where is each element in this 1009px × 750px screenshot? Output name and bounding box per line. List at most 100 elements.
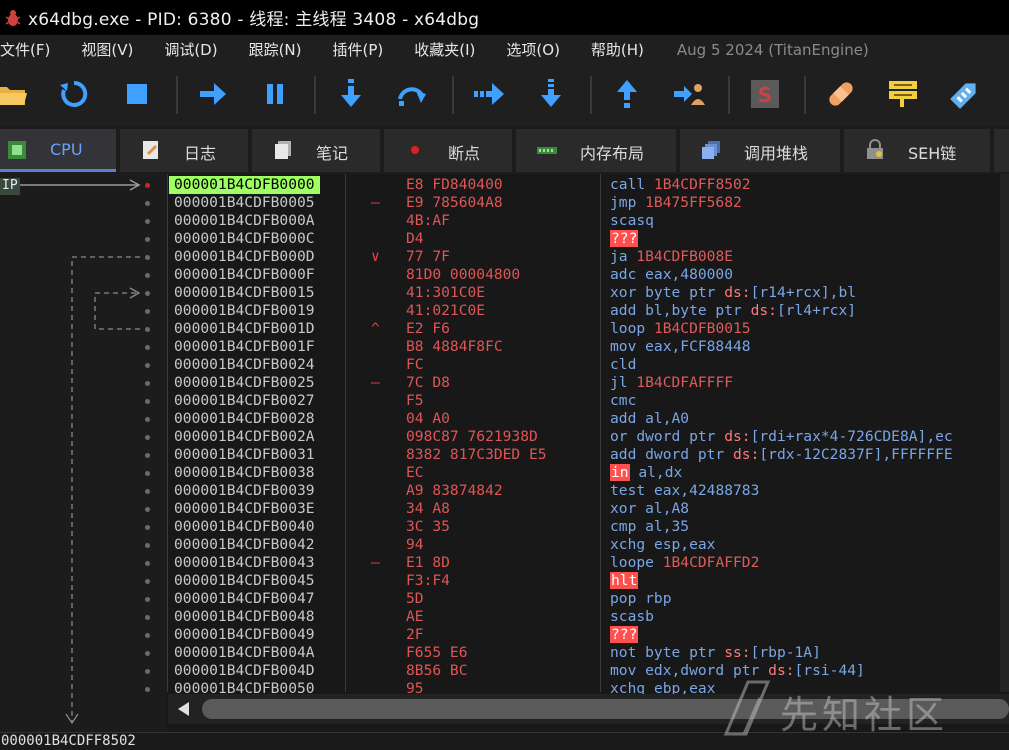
breakpoint-slot[interactable] xyxy=(145,381,150,386)
patch-icon[interactable] xyxy=(823,76,859,112)
menu-plugins[interactable]: 插件(P) xyxy=(333,39,384,60)
breakpoint-slot[interactable] xyxy=(145,561,150,566)
instruction-address: 000001B4CDFB000A xyxy=(174,212,315,229)
breakpoint-slot[interactable] xyxy=(145,597,150,602)
breakpoint-slot[interactable] xyxy=(145,453,150,458)
instruction-row[interactable]: 000001B4CDFB0045 F3:F4 hlt xyxy=(168,572,1000,590)
instruction-row[interactable]: 000001B4CDFB0019 41:021C0E add bl,byte ptr… xyxy=(168,302,1000,320)
instruction-row[interactable]: 000001B4CDFB0038 EC in al,dx xyxy=(168,464,1000,482)
script-icon[interactable]: S xyxy=(747,76,783,112)
instruction-row[interactable]: 000001B4CDFB0025 — 7C D8 jl 1B4CDFAFFFF xyxy=(168,374,1000,392)
breakpoint-slot[interactable] xyxy=(145,201,150,206)
instruction-row[interactable]: 000001B4CDFB0042 94 xchg esp,eax xyxy=(168,536,1000,554)
menu-help[interactable]: 帮助(H) xyxy=(591,39,644,60)
tab-log[interactable]: 日志 xyxy=(120,129,248,172)
breakpoint-slot[interactable] xyxy=(145,489,150,494)
breakpoint-slot[interactable] xyxy=(145,363,150,368)
breakpoint-slot[interactable] xyxy=(145,399,150,404)
instruction-address: 000001B4CDFB000C xyxy=(174,230,315,247)
instruction-row[interactable]: 000001B4CDFB0015 41:301C0E xor byte ptr ds… xyxy=(168,284,1000,302)
restart-icon[interactable] xyxy=(56,76,92,112)
breakpoint-slot[interactable] xyxy=(145,183,150,188)
menu-options[interactable]: 选项(O) xyxy=(506,39,560,60)
instruction-row[interactable]: 000001B4CDFB0028 04 A0 add al,A0 xyxy=(168,410,1000,428)
breakpoint-slot[interactable] xyxy=(145,435,150,440)
breakpoint-slot[interactable] xyxy=(145,255,150,260)
tab-overflow[interactable] xyxy=(994,129,1009,172)
execute-till-return-icon[interactable] xyxy=(609,76,645,112)
breakpoint-slot[interactable] xyxy=(145,417,150,422)
instruction-row[interactable]: 000001B4CDFB0039 A9 83874842 test eax,4248… xyxy=(168,482,1000,500)
log-icon xyxy=(143,141,158,159)
instruction-row[interactable]: 000001B4CDFB000D ∨ 77 7F ja 1B4CDFB008E xyxy=(168,248,1000,266)
menu-view[interactable]: 视图(V) xyxy=(81,39,133,60)
breakpoint-slot[interactable] xyxy=(145,327,150,332)
tab-cpu[interactable]: CPU xyxy=(0,129,116,172)
instruction-row[interactable]: 000001B4CDFB0027 F5 cmc xyxy=(168,392,1000,410)
instruction-row[interactable]: 000001B4CDFB003E 34 A8 xor al,A8 xyxy=(168,500,1000,518)
tab-notes[interactable]: 笔记 xyxy=(252,129,380,172)
run-icon[interactable] xyxy=(195,76,231,112)
instruction-row[interactable]: 000001B4CDFB001F B8 4884F8FC mov eax,FCF88… xyxy=(168,338,1000,356)
step-over-icon[interactable] xyxy=(395,76,431,112)
instruction-address: 000001B4CDFB0024 xyxy=(174,356,315,373)
menu-trace[interactable]: 跟踪(N) xyxy=(249,39,302,60)
trace-into-icon[interactable] xyxy=(471,76,507,112)
breakpoint-slot[interactable] xyxy=(145,507,150,512)
trace-over-icon[interactable] xyxy=(533,76,569,112)
breakpoint-slot[interactable] xyxy=(145,579,150,584)
toolbar: S xyxy=(0,64,1009,126)
instruction-row[interactable]: 000001B4CDFB002A 098C87 7621938D or dword … xyxy=(168,428,1000,446)
breakpoint-slot[interactable] xyxy=(145,345,150,350)
instruction-row[interactable]: 000001B4CDFB0049 2F??? xyxy=(168,626,1000,644)
disassembly-view[interactable]: IP 000001B4CDFB0000 E8 FD840400 call 1B4CD… xyxy=(0,174,1009,732)
menu-debug[interactable]: 调试(D) xyxy=(164,39,217,60)
menu-favourites[interactable]: 收藏夹(I) xyxy=(414,39,475,60)
breakpoint-slot[interactable] xyxy=(145,669,150,674)
labels-icon[interactable] xyxy=(947,76,983,112)
comments-icon[interactable] xyxy=(885,76,921,112)
instruction-row[interactable]: 000001B4CDFB0031 8382 817C3DED E5 add dwor… xyxy=(168,446,1000,464)
breakpoint-slot[interactable] xyxy=(145,543,150,548)
instruction-row[interactable]: 000001B4CDFB004A F655 E6 not byte ptr ss:[… xyxy=(168,644,1000,662)
breakpoint-slot[interactable] xyxy=(145,687,150,692)
breakpoint-slot[interactable] xyxy=(145,651,150,656)
breakpoint-slot[interactable] xyxy=(145,309,150,314)
instruction-row[interactable]: 000001B4CDFB0043 — E1 8D loope 1B4CDFAFFD2 xyxy=(168,554,1000,572)
tab-cpu-label: CPU xyxy=(50,140,83,159)
run-to-user-code-icon[interactable] xyxy=(671,76,707,112)
breakpoint-slot[interactable] xyxy=(145,471,150,476)
vertical-scrollbar[interactable] xyxy=(1000,174,1009,692)
menu-file[interactable]: 文件(F) xyxy=(0,39,50,60)
step-into-icon[interactable] xyxy=(333,76,369,112)
instruction-row[interactable]: 000001B4CDFB0048 AE scasb xyxy=(168,608,1000,626)
tab-breakpoints[interactable]: 断点 xyxy=(384,129,512,172)
instruction-list[interactable]: 000001B4CDFB0000 E8 FD840400 call 1B4CDFF8… xyxy=(168,176,1000,698)
breakpoint-slot[interactable] xyxy=(145,219,150,224)
breakpoint-slot[interactable] xyxy=(145,291,150,296)
open-icon[interactable] xyxy=(0,76,30,112)
breakpoint-slot[interactable] xyxy=(145,237,150,242)
breakpoint-slot[interactable] xyxy=(145,273,150,278)
instruction-row[interactable]: 000001B4CDFB0047 5D pop rbp xyxy=(168,590,1000,608)
tab-seh-chain[interactable]: SEH链 xyxy=(844,129,990,172)
instruction-address: 000001B4CDFB004A xyxy=(174,644,315,661)
instruction-row[interactable]: 000001B4CDFB0040 3C 35 cmp al,35 xyxy=(168,518,1000,536)
scroll-left-icon[interactable] xyxy=(178,702,189,716)
jump-indicator: ∨ xyxy=(371,248,380,265)
instruction-row[interactable]: 000001B4CDFB000C D4??? xyxy=(168,230,1000,248)
breakpoint-slot[interactable] xyxy=(145,633,150,638)
instruction-row[interactable]: 000001B4CDFB0024 FC cld xyxy=(168,356,1000,374)
tab-memory-map[interactable]: 内存布局 xyxy=(516,129,676,172)
instruction-row[interactable]: 000001B4CDFB000F 81D0 00004800 adc eax,480… xyxy=(168,266,1000,284)
breakpoint-slot[interactable] xyxy=(145,615,150,620)
pause-icon[interactable] xyxy=(257,76,293,112)
instruction-row[interactable]: 000001B4CDFB001D ^ E2 F6 loop 1B4CDFB0015 xyxy=(168,320,1000,338)
instruction-row[interactable]: 000001B4CDFB0005 — E9 785604A8 jmp 1B475FF5… xyxy=(168,194,1000,212)
instruction-row[interactable]: 000001B4CDFB0000 E8 FD840400 call 1B4CDFF8… xyxy=(168,176,1000,194)
instruction-text: cmp al,35 xyxy=(610,518,690,535)
tab-call-stack[interactable]: 调用堆栈 xyxy=(680,129,840,172)
breakpoint-slot[interactable] xyxy=(145,525,150,530)
stop-icon[interactable] xyxy=(119,76,155,112)
instruction-row[interactable]: 000001B4CDFB000A 4B:AF scasq xyxy=(168,212,1000,230)
